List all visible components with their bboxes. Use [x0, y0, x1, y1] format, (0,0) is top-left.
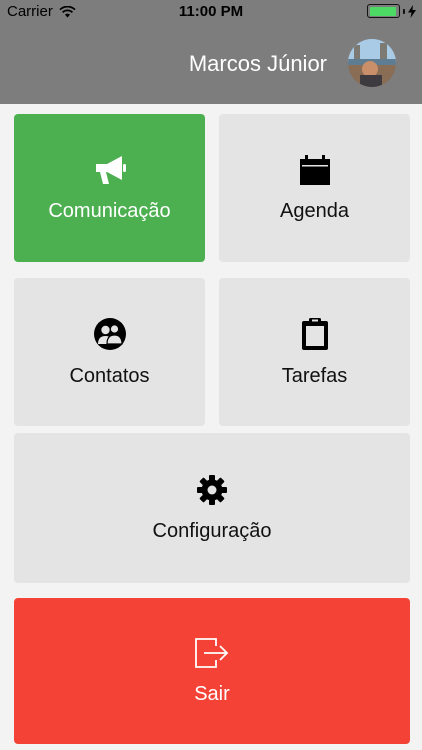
contacts-icon: [93, 317, 126, 350]
tile-label-sair: Sair: [194, 682, 230, 705]
menu-tile-agenda[interactable]: Agenda: [219, 114, 410, 262]
menu-tile-tarefas[interactable]: Tarefas: [219, 278, 410, 426]
menu-tile-comunicacao[interactable]: Comunicação: [14, 114, 205, 262]
tile-label-tarefas: Tarefas: [281, 364, 348, 387]
gear-icon: [197, 474, 227, 505]
tile-label-contatos: Contatos: [69, 364, 150, 387]
battery-icon: [367, 4, 400, 18]
avatar-photo: [348, 39, 396, 87]
menu-tile-configuracao[interactable]: Configuração: [14, 433, 410, 583]
status-right: [367, 4, 416, 18]
tile-label-configuracao: Configuração: [152, 519, 272, 542]
megaphone-icon: [95, 155, 126, 184]
logout-button[interactable]: Sair: [14, 598, 410, 744]
menu-tile-contatos[interactable]: Contatos: [14, 278, 205, 426]
battery-tip: [403, 8, 405, 14]
app-header: Marcos Júnior: [0, 24, 422, 104]
calendar-icon: [299, 154, 330, 185]
logout-icon: [195, 637, 229, 668]
tile-label-agenda: Agenda: [280, 199, 349, 222]
battery-fill: [369, 6, 397, 16]
charging-icon: [408, 4, 416, 18]
tile-label-comunicacao: Comunicação: [48, 199, 171, 222]
clock: 11:00 PM: [178, 3, 244, 20]
status-bar: Carrier 11:00 PM: [0, 0, 422, 24]
avatar[interactable]: [348, 39, 396, 87]
user-name: Marcos Júnior: [188, 51, 327, 76]
clipboard-icon: [301, 317, 328, 350]
